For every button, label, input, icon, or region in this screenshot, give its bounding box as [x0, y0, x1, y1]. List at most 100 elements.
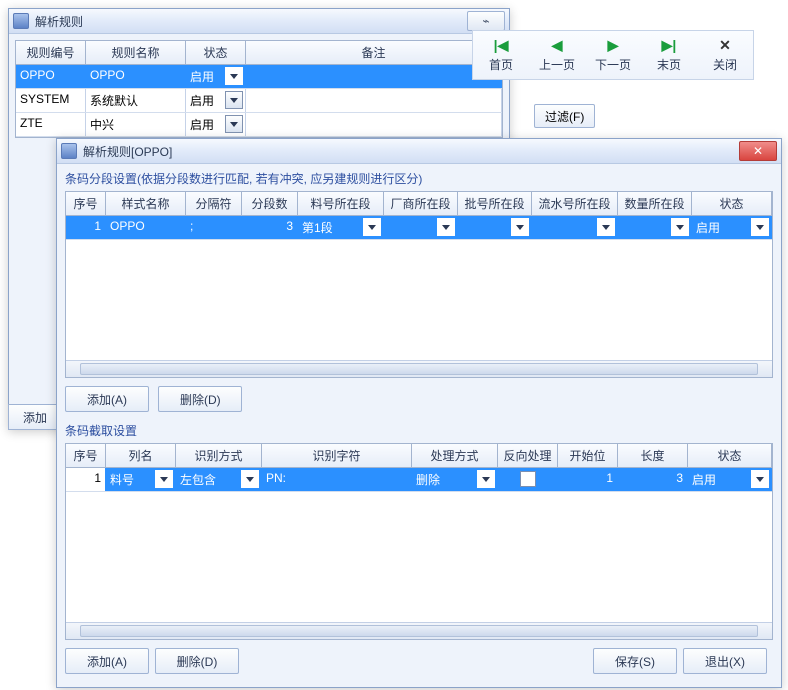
col-remark[interactable]: 备注: [246, 41, 502, 64]
nav-first[interactable]: |◀ 首页: [473, 31, 529, 79]
col-vendor[interactable]: 厂商所在段: [384, 192, 458, 215]
delete-button[interactable]: 删除(D): [155, 648, 239, 674]
save-button[interactable]: 保存(S): [593, 648, 677, 674]
add-button-partial[interactable]: 添加: [8, 404, 62, 430]
segment-table: 序号 样式名称 分隔符 分段数 料号所在段 厂商所在段 批号所在段 流水号所在段…: [65, 191, 773, 378]
dropdown-icon[interactable]: [241, 470, 259, 488]
cell-vendor[interactable]: [384, 216, 458, 239]
cell-reverse[interactable]: [498, 468, 558, 491]
status-dropdown[interactable]: [225, 67, 243, 85]
cell-lot[interactable]: [458, 216, 532, 239]
col-seq[interactable]: 序号: [66, 192, 106, 215]
delete-button[interactable]: 删除(D): [158, 386, 242, 412]
cell-len[interactable]: 3: [618, 468, 688, 491]
cell-rule-name: OPPO: [86, 65, 186, 88]
nav-next[interactable]: ▶ 下一页: [585, 31, 641, 79]
dropdown-icon[interactable]: [363, 218, 381, 236]
cell-status[interactable]: 启用: [186, 113, 246, 136]
col-delim[interactable]: 分隔符: [186, 192, 242, 215]
table-row[interactable]: 1 OPPO ; 3 第1段 启用: [66, 216, 772, 240]
table-row[interactable]: ZTE 中兴 启用: [16, 113, 502, 137]
dropdown-icon[interactable]: [511, 218, 529, 236]
dropdown-icon[interactable]: [671, 218, 689, 236]
nav-last[interactable]: ▶| 末页: [641, 31, 697, 79]
titlebar[interactable]: 解析规则 ⌁: [9, 9, 509, 34]
cell-rule-name: 中兴: [86, 113, 186, 136]
filter-button[interactable]: 过滤(F): [534, 104, 595, 128]
reverse-checkbox[interactable]: [520, 471, 536, 487]
dropdown-icon[interactable]: [155, 470, 173, 488]
label: 上一页: [539, 56, 575, 73]
col-status[interactable]: 状态: [692, 192, 772, 215]
table-header-row: 规则编号 规则名称 状态 备注: [16, 41, 502, 65]
status-dropdown[interactable]: [225, 91, 243, 109]
col-part[interactable]: 料号所在段: [298, 192, 384, 215]
next-page-icon: ▶: [608, 37, 619, 54]
add-button[interactable]: 添加(A): [65, 386, 149, 412]
cell-rule-no: SYSTEM: [16, 89, 86, 112]
exit-button[interactable]: 退出(X): [683, 648, 767, 674]
col-status[interactable]: 状态: [186, 41, 246, 64]
dropdown-icon[interactable]: [437, 218, 455, 236]
close-button[interactable]: ✕: [739, 141, 777, 161]
col-method[interactable]: 识别方式: [176, 444, 262, 467]
col-rule-no[interactable]: 规则编号: [16, 41, 86, 64]
col-status[interactable]: 状态: [688, 444, 772, 467]
col-proc[interactable]: 处理方式: [412, 444, 498, 467]
label: 添加(A): [87, 653, 127, 670]
col-col[interactable]: 列名: [106, 444, 176, 467]
col-serial[interactable]: 流水号所在段: [532, 192, 618, 215]
dropdown-icon[interactable]: [597, 218, 615, 236]
cell-serial[interactable]: [532, 216, 618, 239]
cell-seq[interactable]: 1: [66, 468, 106, 491]
nav-close[interactable]: ✕ 关闭: [697, 31, 753, 79]
col-reverse[interactable]: 反向处理: [498, 444, 558, 467]
table-row[interactable]: OPPO OPPO 启用: [16, 65, 502, 89]
cell-part[interactable]: 第1段: [298, 216, 384, 239]
cell-start[interactable]: 1: [558, 468, 618, 491]
value: 料号: [110, 473, 134, 487]
table-row[interactable]: 1 料号 左包含 PN: 删除 1 3 启用: [66, 468, 772, 492]
titlebar[interactable]: 解析规则[OPPO] ✕: [57, 139, 781, 164]
cell-status[interactable]: 启用: [186, 89, 246, 112]
cell-count[interactable]: 3: [242, 216, 298, 239]
cell-rule-no: OPPO: [16, 65, 86, 88]
col-rule-name[interactable]: 规则名称: [86, 41, 186, 64]
nav-toolbar: |◀ 首页 ◀ 上一页 ▶ 下一页 ▶| 末页 ✕ 关闭: [472, 30, 754, 80]
cell-status[interactable]: 启用: [692, 216, 772, 239]
cell-col[interactable]: 料号: [106, 468, 176, 491]
status-dropdown[interactable]: [225, 115, 243, 133]
col-start[interactable]: 开始位: [558, 444, 618, 467]
cell-char[interactable]: PN:: [262, 468, 412, 491]
cut-table: 序号 列名 识别方式 识别字符 处理方式 反向处理 开始位 长度 状态 1 料号…: [65, 443, 773, 640]
col-seq[interactable]: 序号: [66, 444, 106, 467]
col-count[interactable]: 分段数: [242, 192, 298, 215]
col-char[interactable]: 识别字符: [262, 444, 412, 467]
col-len[interactable]: 长度: [618, 444, 688, 467]
table-row[interactable]: SYSTEM 系统默认 启用: [16, 89, 502, 113]
dropdown-icon[interactable]: [477, 470, 495, 488]
cell-style[interactable]: OPPO: [106, 216, 186, 239]
cell-method[interactable]: 左包含: [176, 468, 262, 491]
table-header-row: 序号 列名 识别方式 识别字符 处理方式 反向处理 开始位 长度 状态: [66, 444, 772, 468]
label: 关闭: [713, 56, 737, 73]
close-icon[interactable]: ⌁: [467, 11, 505, 31]
col-lot[interactable]: 批号所在段: [458, 192, 532, 215]
col-style[interactable]: 样式名称: [106, 192, 186, 215]
col-qty[interactable]: 数量所在段: [618, 192, 692, 215]
add-button[interactable]: 添加(A): [65, 648, 149, 674]
horizontal-scrollbar[interactable]: [66, 360, 772, 377]
cell-status[interactable]: 启用: [186, 65, 246, 88]
cell-proc[interactable]: 删除: [412, 468, 498, 491]
dropdown-icon[interactable]: [751, 218, 769, 236]
cell-status[interactable]: 启用: [688, 468, 772, 491]
horizontal-scrollbar[interactable]: [66, 622, 772, 639]
cell-seq: 1: [66, 216, 106, 239]
dropdown-icon[interactable]: [751, 470, 769, 488]
cell-qty[interactable]: [618, 216, 692, 239]
status-value: 启用: [190, 94, 214, 108]
window-title: 解析规则[OPPO]: [83, 143, 737, 160]
nav-prev[interactable]: ◀ 上一页: [529, 31, 585, 79]
cell-delim[interactable]: ;: [186, 216, 242, 239]
label: 删除(D): [177, 653, 218, 670]
